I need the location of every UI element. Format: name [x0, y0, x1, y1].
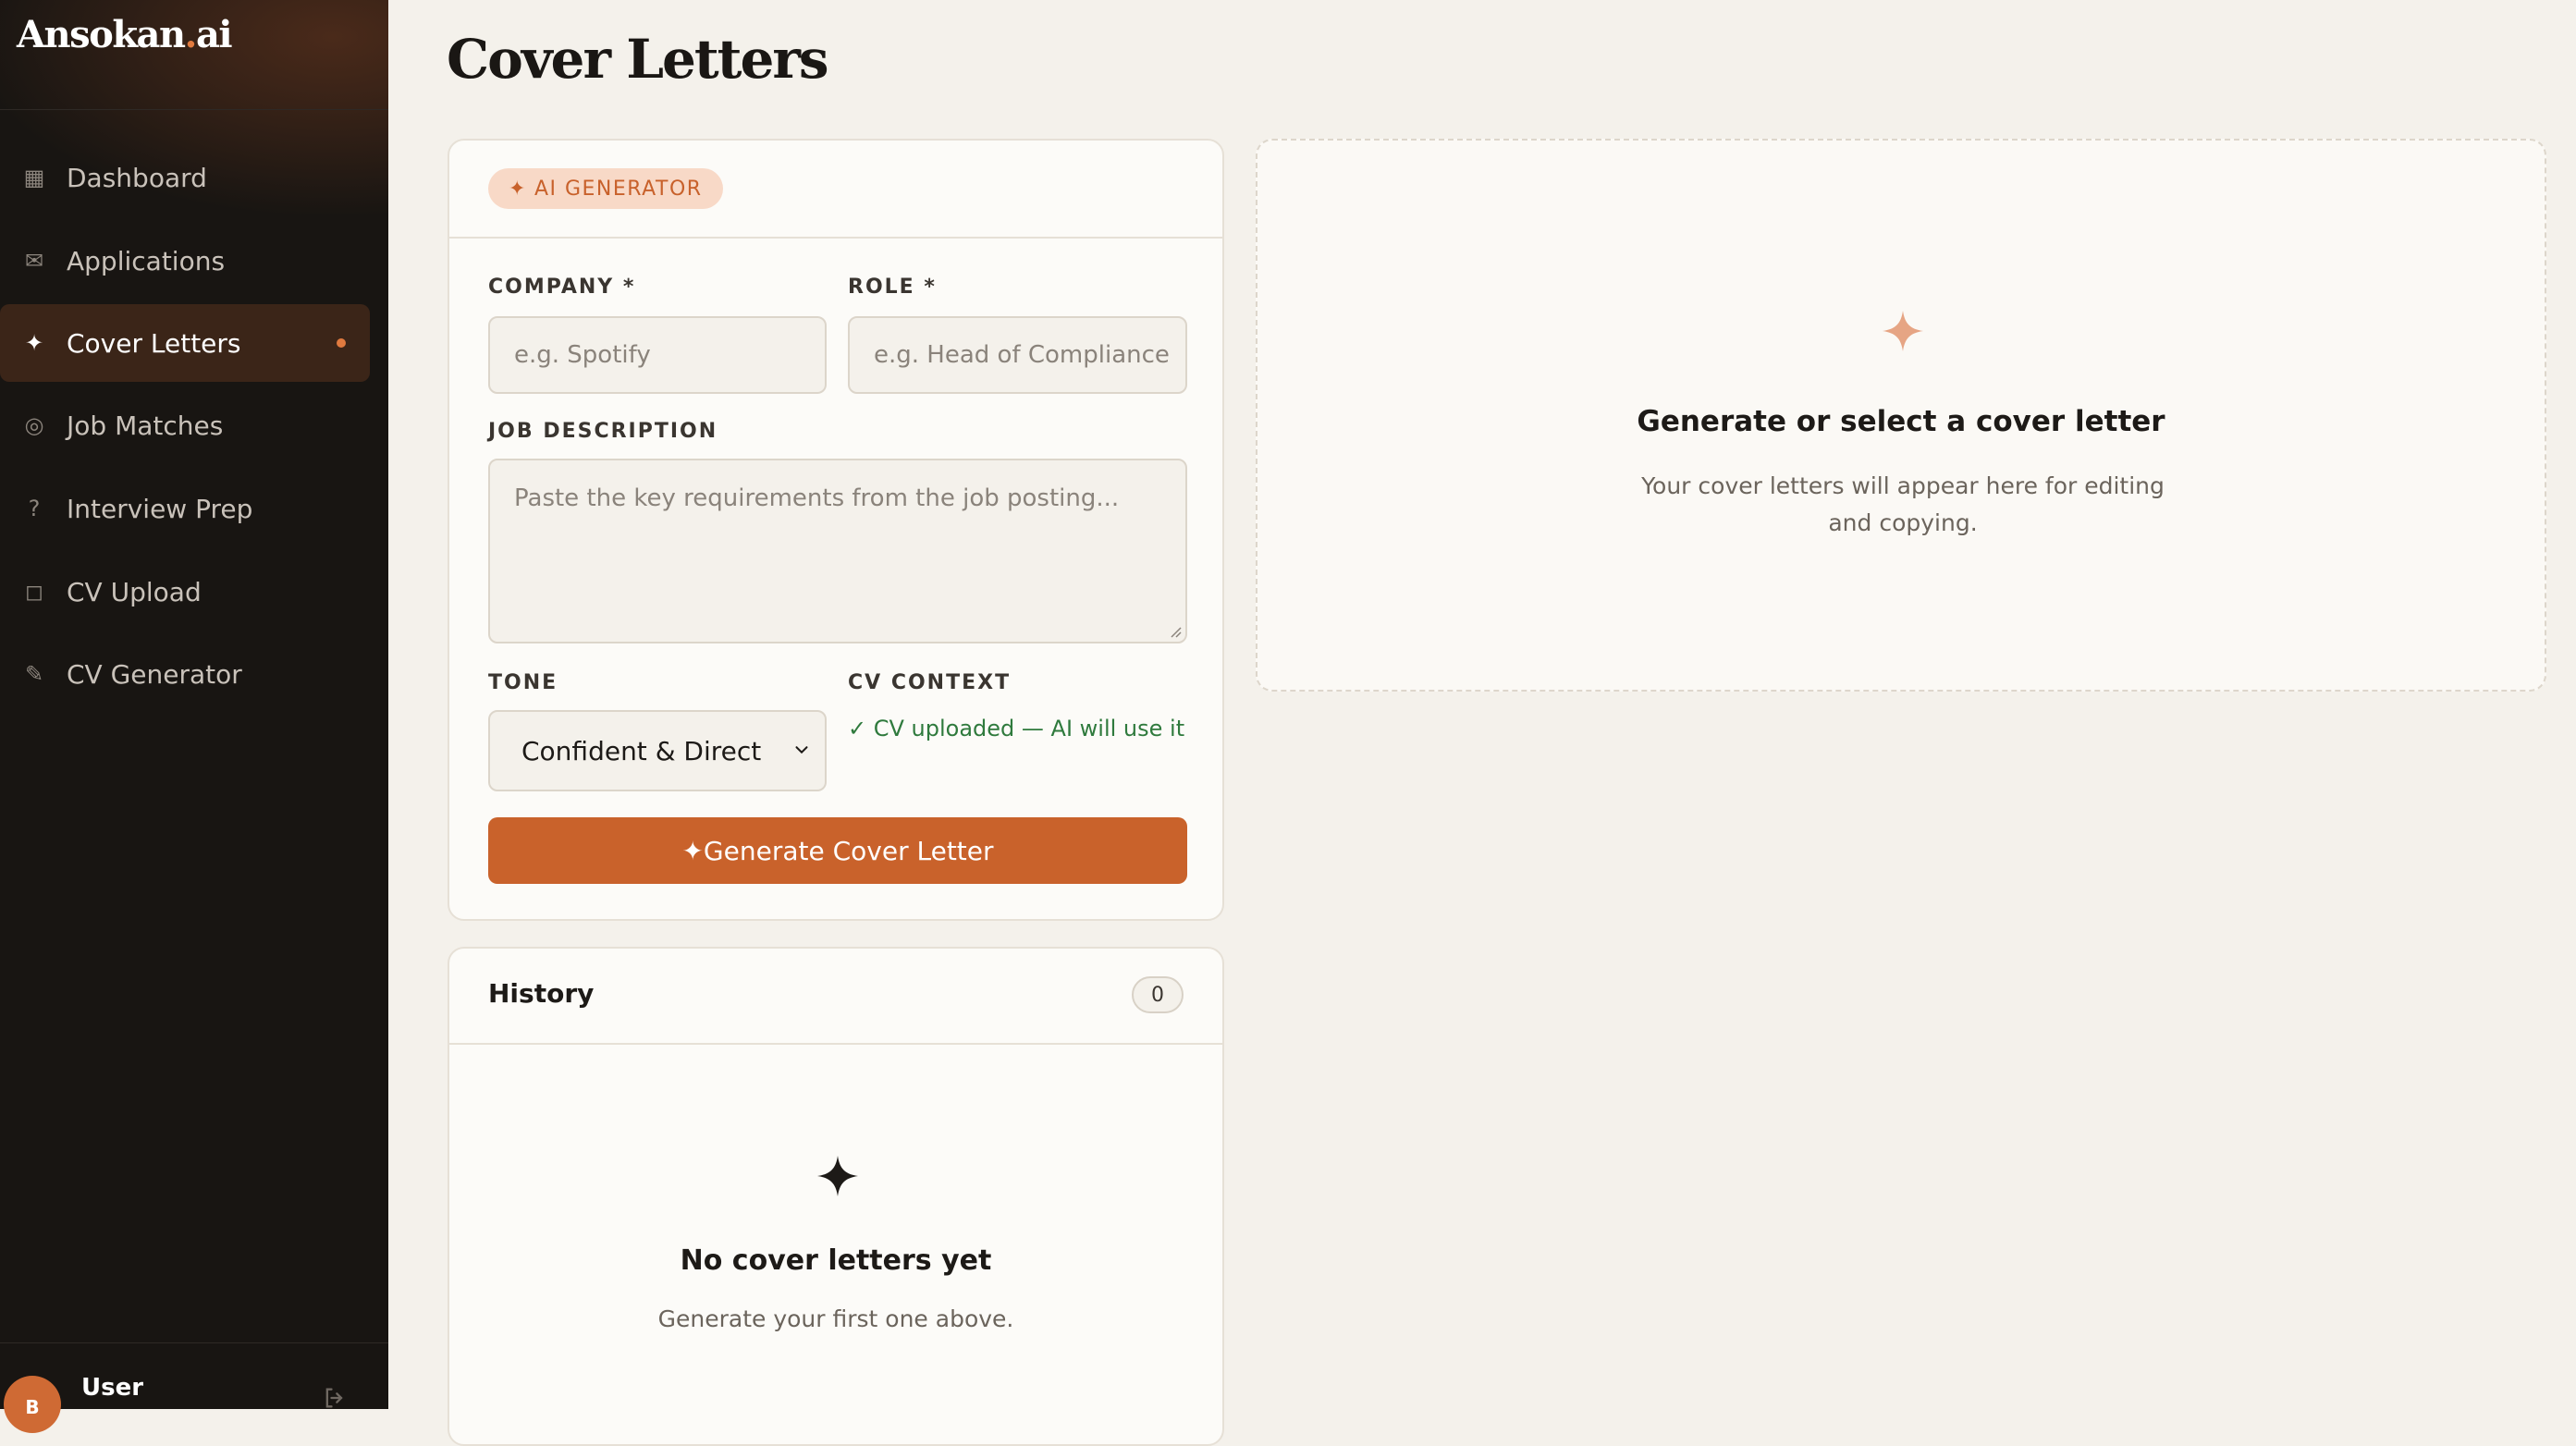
sparkle-icon: ✦	[509, 177, 527, 201]
sidebar-item-cv-upload[interactable]: ◻ CV Upload	[0, 553, 370, 631]
sparkle-icon: ✦	[24, 330, 44, 356]
document-icon: ◻	[25, 579, 43, 605]
history-card: History 0 No cover letters yet Generate …	[448, 947, 1224, 1446]
company-input[interactable]: e.g. Spotify	[488, 316, 827, 394]
resize-handle-icon[interactable]	[1167, 623, 1182, 638]
job-description-textarea[interactable]: Paste the key requirements from the job …	[488, 459, 1187, 643]
history-count-badge: 0	[1132, 976, 1184, 1013]
role-label: ROLE *	[848, 276, 937, 299]
badge-label: AI GENERATOR	[534, 177, 703, 201]
sidebar: Ansokan.ai ▦ Dashboard ✉ Applications ✦ …	[0, 0, 388, 1433]
sparkle-icon	[1883, 311, 1923, 351]
sidebar-item-label: Cover Letters	[67, 327, 241, 359]
avatar[interactable]: B	[4, 1376, 61, 1433]
tone-selected-value: Confident & Direct	[521, 735, 762, 766]
chevron-down-icon	[795, 746, 808, 754]
sidebar-item-label: CV Upload	[67, 576, 202, 607]
ai-generator-badge: ✦ AI GENERATOR	[488, 168, 723, 209]
preview-empty-title: Generate or select a cover letter	[1637, 405, 2165, 438]
history-empty-title: No cover letters yet	[680, 1244, 992, 1277]
company-label: COMPANY *	[488, 276, 636, 299]
brand-logo[interactable]: Ansokan.ai	[17, 13, 233, 56]
card-header-divider	[449, 1043, 1222, 1045]
sidebar-footer-divider	[0, 1342, 388, 1343]
sidebar-item-cover-letters[interactable]: ✦ Cover Letters	[0, 304, 370, 382]
active-indicator-dot	[337, 338, 346, 348]
brand-dot: .	[184, 13, 198, 56]
role-input[interactable]: e.g. Head of Compliance	[848, 316, 1187, 394]
sidebar-item-label: Dashboard	[67, 162, 207, 193]
generator-card: ✦ AI GENERATOR COMPANY * e.g. Spotify RO…	[448, 139, 1224, 921]
cv-context-status: ✓ CV uploaded — AI will use it	[848, 716, 1185, 741]
preview-empty-subtitle: Your cover letters will appear here for …	[1641, 472, 2165, 536]
cv-context-label: CV CONTEXT	[848, 671, 1012, 694]
user-name: User	[81, 1374, 144, 1402]
sidebar-item-label: Interview Prep	[67, 493, 253, 524]
target-icon: ◎	[24, 412, 44, 438]
envelope-icon: ✉	[24, 248, 44, 274]
sidebar-divider	[0, 109, 388, 110]
brand-name: Ansokan	[17, 13, 186, 56]
generate-cover-letter-button[interactable]: ✦Generate Cover Letter	[488, 817, 1187, 884]
sidebar-item-applications[interactable]: ✉ Applications	[0, 222, 370, 300]
sidebar-item-interview-prep[interactable]: ? Interview Prep	[0, 470, 370, 547]
card-header-divider	[449, 237, 1222, 239]
sidebar-item-label: Job Matches	[67, 410, 224, 441]
history-title: History	[488, 978, 595, 1009]
sidebar-item-cv-generator[interactable]: ✎ CV Generator	[0, 635, 370, 713]
sidebar-item-dashboard[interactable]: ▦ Dashboard	[0, 139, 370, 216]
job-description-placeholder: Paste the key requirements from the job …	[514, 484, 1120, 512]
preview-panel: Generate or select a cover letter Your c…	[1256, 139, 2546, 692]
tone-select[interactable]: Confident & Direct	[488, 710, 827, 791]
sidebar-item-label: Applications	[67, 245, 226, 276]
sparkle-icon	[817, 1156, 858, 1196]
logout-icon[interactable]	[322, 1385, 348, 1411]
job-description-label: JOB DESCRIPTION	[488, 420, 718, 443]
sidebar-item-label: CV Generator	[67, 658, 242, 690]
page-title: Cover Letters	[447, 28, 829, 91]
history-empty-subtitle: Generate your first one above.	[657, 1305, 1014, 1332]
sidebar-item-job-matches[interactable]: ◎ Job Matches	[0, 386, 370, 464]
tone-label: TONE	[488, 671, 558, 694]
dashboard-icon: ▦	[23, 165, 45, 190]
pencil-icon: ✎	[24, 661, 44, 687]
brand-suffix: ai	[195, 13, 233, 56]
question-icon: ?	[28, 496, 41, 521]
